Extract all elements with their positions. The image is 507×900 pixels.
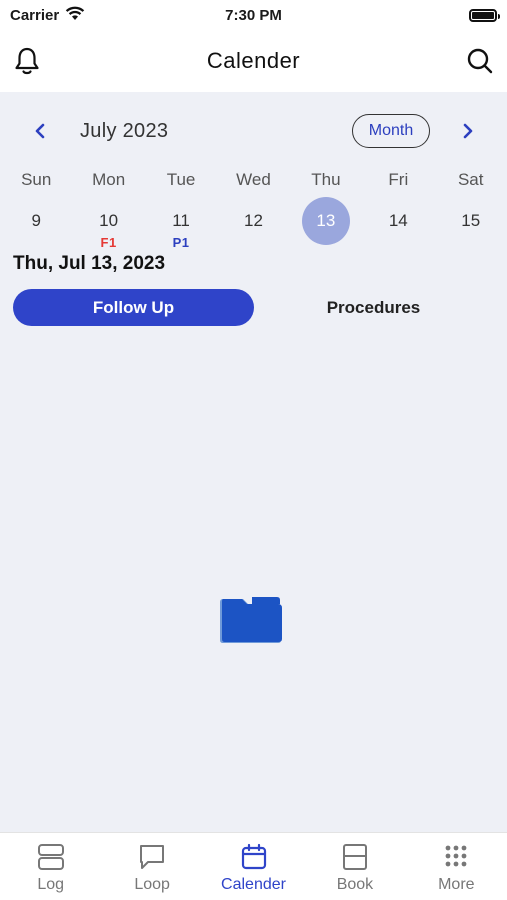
month-navigation: July 2023 Month xyxy=(0,113,507,149)
view-mode-button[interactable]: Month xyxy=(352,114,430,148)
tab-follow-up[interactable]: Follow Up xyxy=(13,289,254,326)
folder-icon xyxy=(216,594,284,646)
date-number: 14 xyxy=(388,211,408,230)
weekday-label: Wed xyxy=(236,170,271,189)
tabbar-item-book[interactable]: Book xyxy=(304,833,405,900)
log-icon xyxy=(36,843,66,876)
status-bar: Carrier 7:30 PM xyxy=(0,0,507,30)
tab-procedures[interactable]: Procedures xyxy=(253,289,494,326)
calendar-icon xyxy=(239,843,269,876)
weekday-label: Fri xyxy=(388,170,409,189)
month-title: July 2023 xyxy=(80,119,169,142)
chevron-left-icon[interactable] xyxy=(28,119,52,143)
status-time: 7:30 PM xyxy=(225,6,282,24)
tabbar-label: Book xyxy=(336,876,374,893)
selected-date-number: 13 xyxy=(301,197,350,245)
battery-icon xyxy=(469,8,500,22)
event-badge: F1 xyxy=(100,235,117,250)
tabbar-item-more[interactable]: More xyxy=(406,833,507,900)
date-cell-selected[interactable]: 13 xyxy=(290,197,362,247)
date-number: 15 xyxy=(461,211,481,230)
page-title: Calender xyxy=(206,48,301,73)
tabbar-label: Loop xyxy=(134,876,170,893)
date-cell[interactable]: 10 F1 xyxy=(72,197,144,250)
status-left: Carrier xyxy=(10,6,160,25)
tabbar-label: Calender xyxy=(221,876,286,893)
date-cell[interactable]: 11 P1 xyxy=(145,197,217,250)
grid-dots-icon xyxy=(441,843,471,876)
selected-date-label: Thu, Jul 13, 2023 xyxy=(13,253,166,274)
date-cell[interactable]: 15 xyxy=(435,197,507,247)
weekday-header: Sun Mon Tue Wed Thu Fri Sat xyxy=(0,170,507,192)
chat-bubble-icon xyxy=(137,843,167,876)
week-dates: 9 10 F1 11 P1 12 13 14 15 xyxy=(0,197,507,250)
tabbar-item-log[interactable]: Log xyxy=(0,833,101,900)
bottom-tab-bar: Log Loop Calender Book More xyxy=(0,832,507,900)
date-number: 12 xyxy=(244,211,263,230)
weekday-label: Thu xyxy=(311,170,341,189)
weekday-label: Tue xyxy=(166,170,196,189)
date-cell[interactable]: 12 xyxy=(217,197,289,247)
weekday-label: Mon xyxy=(92,170,126,189)
book-icon xyxy=(340,843,370,876)
chevron-right-icon[interactable] xyxy=(456,119,480,143)
search-icon[interactable] xyxy=(465,46,495,76)
carrier-label: Carrier xyxy=(10,6,60,24)
event-badge: P1 xyxy=(172,235,190,250)
weekday-label: Sun xyxy=(21,170,52,189)
date-number: 9 xyxy=(31,211,41,230)
status-right xyxy=(347,8,500,22)
app-header: Calender xyxy=(0,30,507,92)
bell-icon[interactable] xyxy=(12,46,42,76)
wifi-icon xyxy=(65,6,85,25)
date-cell[interactable]: 14 xyxy=(362,197,434,247)
weekday-label: Sat xyxy=(457,170,484,189)
tabbar-label: Log xyxy=(37,876,65,893)
date-cell[interactable]: 9 xyxy=(0,197,72,247)
tabbar-item-loop[interactable]: Loop xyxy=(101,833,202,900)
tabbar-item-calender[interactable]: Calender xyxy=(203,833,304,900)
tabbar-label: More xyxy=(438,876,475,893)
